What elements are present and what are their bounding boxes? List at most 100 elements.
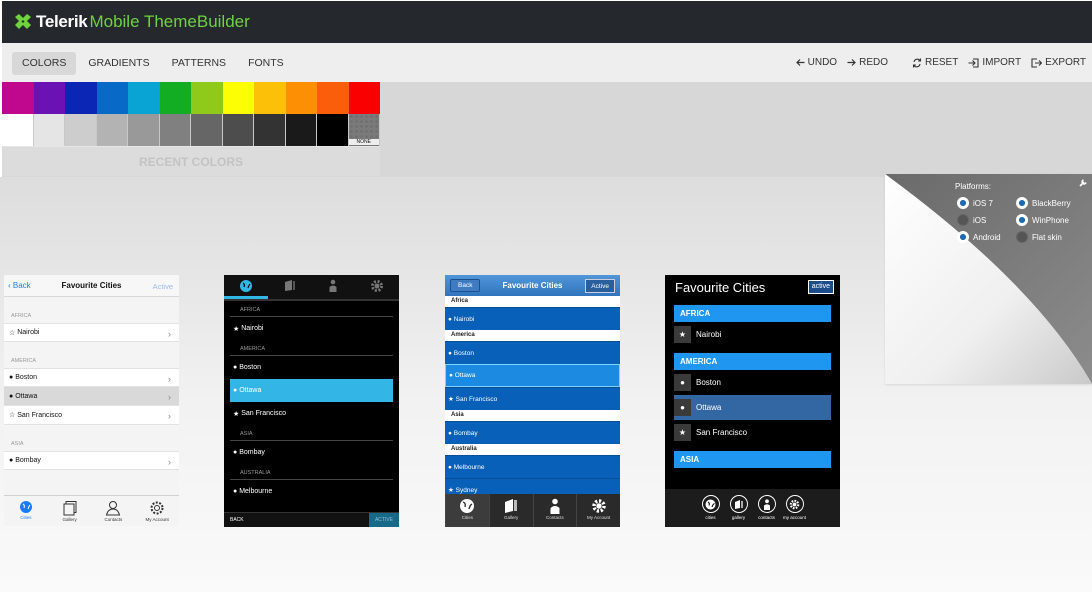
android-list-item[interactable]: ★ Nairobi	[230, 317, 393, 340]
globe-icon	[460, 499, 475, 513]
bb-list-item[interactable]: ● Bombay	[445, 421, 620, 444]
tab-fonts[interactable]: FONTS	[238, 52, 294, 75]
gray-swatch[interactable]	[159, 114, 191, 146]
globe-icon	[701, 495, 720, 513]
android-back-button[interactable]: BACK	[230, 517, 244, 523]
ios-active-button[interactable]: Active	[153, 282, 173, 291]
color-swatch[interactable]	[222, 82, 254, 114]
wp-tab-cities[interactable]: cities	[697, 489, 725, 527]
gallery-icon	[63, 501, 77, 516]
wp-list-item[interactable]: ★ Nairobi	[674, 322, 831, 347]
wp-tab-contacts[interactable]: contacts	[753, 489, 781, 527]
android-tab-account[interactable]	[355, 275, 399, 299]
platform-option-flat-skin[interactable]: Flat skin	[1016, 231, 1062, 243]
color-swatch[interactable]	[96, 82, 128, 114]
ios-list-item[interactable]: ● Boston ›	[4, 368, 179, 387]
wrench-icon[interactable]	[1079, 178, 1088, 187]
gray-swatch[interactable]	[96, 114, 128, 146]
wp-list-item[interactable]: ★ San Francisco	[674, 420, 831, 445]
android-list-item[interactable]: ★ San Francisco	[230, 402, 393, 425]
gray-swatch[interactable]	[285, 114, 317, 146]
platform-option-blackberry[interactable]: BlackBerry	[1016, 197, 1071, 209]
bb-list-item[interactable]: ● Nairobi	[445, 307, 620, 330]
redo-button[interactable]: REDO	[847, 57, 888, 68]
wp-list-item[interactable]: ● Boston	[674, 370, 831, 395]
color-swatch[interactable]	[317, 82, 349, 114]
color-swatch[interactable]	[348, 82, 380, 114]
undo-button[interactable]: UNDO	[795, 57, 837, 68]
android-list-item[interactable]: ● Melbourne	[230, 480, 393, 503]
android-list-item[interactable]: ● Bombay	[230, 441, 393, 464]
android-tab-contacts[interactable]	[312, 275, 356, 299]
bb-list-item-selected[interactable]: ● Ottawa	[445, 364, 620, 387]
android-list-item[interactable]: ● Boston	[230, 356, 393, 379]
contacts-icon	[550, 498, 560, 514]
color-swatch[interactable]	[2, 82, 34, 114]
platform-option-winphone[interactable]: WinPhone	[1016, 214, 1069, 226]
tab-colors[interactable]: COLORS	[12, 52, 77, 75]
ios-tab-gallery[interactable]: Gallery	[48, 496, 92, 526]
ios-list-item[interactable]: ☆ San Francisco ›	[4, 406, 179, 425]
wp-list-item-selected[interactable]: ● Ottawa	[674, 395, 831, 420]
bb-active-button[interactable]: Active	[585, 279, 615, 293]
app-logo[interactable]: Telerik Mobile ThemeBuilder	[14, 11, 250, 33]
platform-label: Flat skin	[1032, 232, 1062, 242]
android-list-item-selected[interactable]: ● Ottawa	[230, 379, 393, 402]
chevron-right-icon: ›	[168, 374, 171, 384]
ios-tab-account[interactable]: My Account	[135, 496, 179, 526]
android-active-button[interactable]: ACTIVE	[368, 513, 399, 527]
color-swatch[interactable]	[33, 82, 65, 114]
color-swatch[interactable]	[128, 82, 160, 114]
gray-swatch[interactable]	[254, 114, 286, 146]
ios-group-header: AMERICA	[11, 358, 37, 364]
android-tab-cities[interactable]	[224, 275, 268, 299]
color-swatch[interactable]	[65, 82, 97, 114]
color-swatch[interactable]	[159, 82, 191, 114]
gray-swatch[interactable]	[33, 114, 65, 146]
wp-active-button[interactable]: active	[807, 280, 834, 294]
color-swatch[interactable]	[254, 82, 286, 114]
color-swatch[interactable]	[285, 82, 317, 114]
color-swatch[interactable]	[191, 82, 223, 114]
ios-list-item-selected[interactable]: ● Ottawa ›	[4, 387, 179, 406]
platform-option-ios[interactable]: iOS	[957, 214, 986, 226]
bb-list-item[interactable]: ★ San Francisco	[445, 387, 620, 410]
tab-gradients[interactable]: GRADIENTS	[78, 52, 159, 75]
ios-tab-cities[interactable]: Cities	[4, 496, 48, 526]
bb-tab-gallery[interactable]: Gallery	[488, 494, 533, 527]
wp-tab-label: my account	[782, 515, 806, 520]
bb-tab-cities[interactable]: Cities	[445, 494, 489, 527]
wp-tab-account[interactable]: my account	[781, 489, 809, 527]
gray-swatch[interactable]	[317, 114, 349, 146]
ios-item-label: Nairobi	[17, 329, 40, 336]
import-button[interactable]: IMPORT	[968, 57, 1021, 68]
reset-button[interactable]: RESET	[912, 57, 958, 68]
ios-tab-contacts[interactable]: Contacts	[92, 496, 136, 526]
gray-swatch[interactable]	[222, 114, 254, 146]
bb-list-item[interactable]: ● Melbourne	[445, 455, 620, 478]
wp-navbar: Favourite Cities active	[665, 275, 840, 299]
gear-icon	[150, 501, 164, 515]
gray-swatch[interactable]	[128, 114, 160, 146]
bb-tab-account[interactable]: My Account	[576, 494, 620, 527]
platform-option-ios7[interactable]: iOS 7	[957, 197, 993, 209]
color-palette: NONE RECENT COLORS	[2, 82, 380, 176]
tab-patterns[interactable]: PATTERNS	[162, 52, 236, 75]
bb-tab-contacts[interactable]: Contacts	[532, 494, 577, 527]
gray-swatch[interactable]	[65, 114, 97, 146]
wp-tab-gallery[interactable]: gallery	[725, 489, 753, 527]
platform-option-android[interactable]: Android	[957, 231, 1001, 243]
android-tab-gallery[interactable]	[268, 275, 312, 299]
ios-list-item[interactable]: ☆ Nairobi ›	[4, 323, 179, 342]
gray-swatch[interactable]	[2, 114, 34, 146]
ios-list-item[interactable]: ● Bombay ›	[4, 451, 179, 470]
radio-unchecked-icon	[957, 214, 969, 226]
chevron-right-icon: ›	[168, 329, 171, 339]
no-color-swatch[interactable]: NONE	[348, 114, 380, 146]
bb-list-item[interactable]: ● Boston	[445, 341, 620, 364]
star-outline-icon: ☆	[9, 412, 18, 419]
star-icon: ★	[674, 326, 691, 343]
gray-swatch[interactable]	[191, 114, 223, 146]
wp-tab-label: contacts	[758, 515, 775, 520]
export-button[interactable]: EXPORT	[1031, 57, 1086, 68]
